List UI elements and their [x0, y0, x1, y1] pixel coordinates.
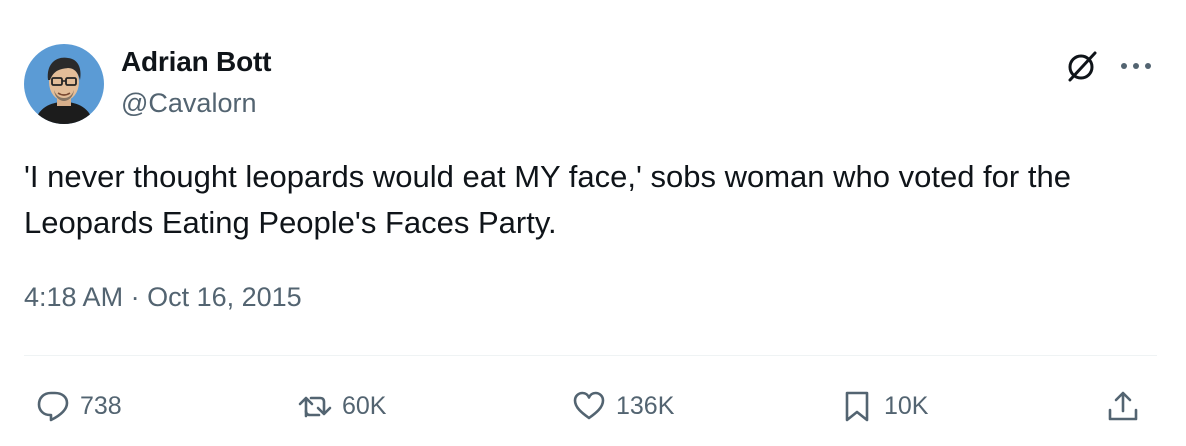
tweet-text: 'I never thought leopards would eat MY f…: [24, 159, 1071, 240]
bookmark-button[interactable]: 10K: [840, 384, 928, 428]
share-button[interactable]: [1106, 384, 1140, 428]
tweet-card: Adrian Bott @Cavalorn 'I never thought l…: [0, 0, 1186, 446]
heart-icon: [573, 391, 605, 420]
author-handle[interactable]: @Cavalorn: [121, 88, 256, 119]
like-count: 136K: [616, 391, 675, 420]
timestamp-separator: ·: [130, 282, 140, 312]
tweet-date[interactable]: Oct 16, 2015: [147, 282, 302, 312]
tweet-timestamp: 4:18 AM · Oct 16, 2015: [24, 282, 302, 313]
bookmark-count: 10K: [884, 391, 929, 420]
retweet-count: 60K: [342, 391, 387, 420]
reply-icon: [37, 391, 69, 422]
more-icon[interactable]: [1118, 60, 1154, 72]
author-name[interactable]: Adrian Bott: [121, 46, 271, 78]
reply-button[interactable]: 738: [36, 384, 122, 428]
tweet-time[interactable]: 4:18 AM: [24, 282, 123, 312]
bookmark-icon: [845, 391, 869, 422]
reply-count: 738: [80, 391, 122, 420]
avatar-portrait-icon: [24, 44, 104, 124]
avatar[interactable]: [24, 44, 104, 124]
share-icon: [1108, 391, 1138, 421]
retweet-icon: [298, 396, 332, 418]
like-button[interactable]: 136K: [572, 384, 674, 428]
retweet-button[interactable]: 60K: [298, 384, 386, 428]
grok-icon[interactable]: [1064, 48, 1100, 84]
divider: [24, 355, 1157, 356]
